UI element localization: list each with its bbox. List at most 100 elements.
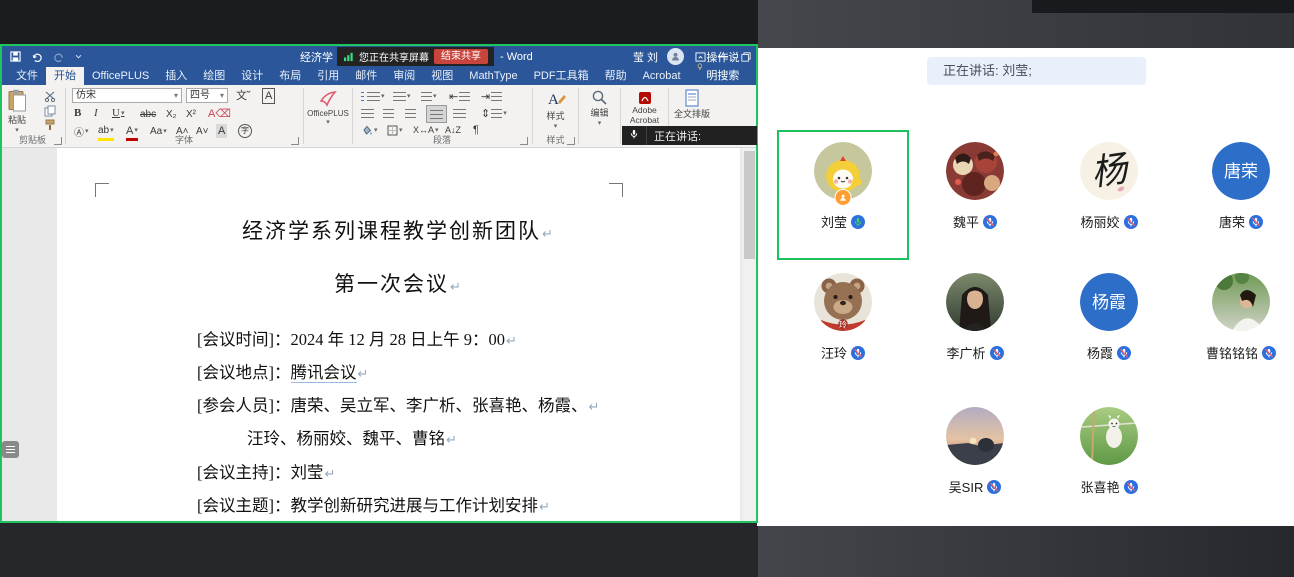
share-indicator-text: 您正在共享屏幕 (359, 49, 429, 64)
participant-name: 吴SIR (949, 477, 984, 496)
format-painter-icon[interactable] (44, 119, 56, 131)
align-right-button[interactable] (405, 106, 416, 120)
clipboard-dialog-launcher[interactable] (54, 137, 62, 145)
tab-review[interactable]: 审阅 (385, 67, 423, 85)
font-name-combo[interactable]: 仿宋▾ (72, 88, 182, 103)
officeplus-button[interactable]: OfficePLUS ▾ (306, 89, 350, 126)
tab-layout[interactable]: 布局 (271, 67, 309, 85)
bold-button[interactable]: B (74, 106, 81, 120)
paragraph-dialog-launcher[interactable] (520, 137, 528, 145)
clear-formatting-button[interactable]: A⌫ (208, 106, 231, 120)
subscript-button[interactable]: X₂ (166, 107, 177, 121)
undo-icon[interactable] (31, 51, 43, 62)
account-avatar[interactable] (667, 48, 684, 65)
doc-line-place-label: [会议地点]： (197, 363, 291, 382)
participant-tile-wangling[interactable]: 玲 汪玲 (777, 261, 909, 391)
avatar-wangling: 玲 (814, 273, 872, 331)
tab-mathtype[interactable]: MathType (461, 67, 525, 85)
bullets-button[interactable]: ▾ (361, 89, 385, 103)
editing-group: 编辑 ▾ (579, 85, 620, 147)
ribbon-tab-row: 文件 开始 OfficePLUS 插入 绘图 设计 布局 引用 邮件 审阅 视图… (0, 67, 757, 85)
avatar-portrait-photo (946, 273, 1004, 331)
app-name-suffix: - Word (500, 51, 533, 63)
clipboard-group: 粘贴 ▾ 剪贴板 (0, 85, 65, 147)
participant-tile-zhangxiyan[interactable]: 张喜艳 (1043, 395, 1175, 525)
underline-button[interactable]: U▾ (112, 106, 124, 120)
tab-mailings[interactable]: 邮件 (347, 67, 385, 85)
redo-icon[interactable] (53, 51, 65, 62)
full-layout-button[interactable]: 全文排版 (671, 89, 713, 120)
tab-pdf-tools[interactable]: PDF工具箱 (526, 67, 597, 85)
paragraph-group-label: 段落 (353, 133, 531, 146)
justify-button[interactable] (427, 106, 446, 122)
tab-help[interactable]: 帮助 (597, 67, 635, 85)
document-layout-icon (684, 89, 700, 107)
participant-name: 张喜艳 (1080, 477, 1119, 496)
character-border-button[interactable]: A (262, 88, 275, 104)
tab-references[interactable]: 引用 (309, 67, 347, 85)
cut-icon[interactable] (44, 91, 57, 102)
tell-me-search[interactable]: 操作说明搜索 (689, 49, 757, 85)
document-page[interactable]: 经济学系列课程教学创新团队↵ 第一次会议↵ [会议时间]：2024 年 12 月… (57, 148, 740, 523)
participant-tile-weiping[interactable]: 魏平 (909, 130, 1041, 260)
save-icon[interactable] (10, 51, 21, 62)
paste-button[interactable]: 粘贴 ▾ (7, 89, 27, 134)
multilevel-list-button[interactable]: ▾ (421, 89, 437, 103)
word-window: 经济学 您正在共享屏幕 结束共享 - Word 莹 刘 (0, 46, 757, 523)
font-dialog-launcher[interactable] (291, 137, 299, 145)
copy-icon[interactable] (44, 105, 56, 117)
tab-design[interactable]: 设计 (233, 67, 271, 85)
tab-acrobat[interactable]: Acrobat (635, 67, 689, 85)
tab-home[interactable]: 开始 (46, 67, 84, 85)
desktop-dark-bottom-left (0, 523, 758, 577)
align-center-button[interactable] (383, 106, 394, 120)
scrollbar-thumb[interactable] (744, 151, 755, 259)
italic-button[interactable]: I (94, 106, 98, 120)
mic-on-speaking-icon (851, 215, 865, 229)
styles-dialog-launcher[interactable] (567, 137, 575, 145)
toolbar-mic-cell[interactable] (622, 126, 647, 145)
increase-indent-button[interactable]: ⇥ (481, 89, 502, 103)
participant-tile-caoming[interactable]: 曹铭铭铭 (1175, 261, 1294, 391)
participant-name: 杨丽姣 (1080, 212, 1119, 231)
scarf-character: 玲 (839, 320, 847, 330)
editing-button[interactable]: 编辑 ▾ (582, 89, 617, 127)
participant-tile-liuying[interactable]: 刘莹 (777, 130, 909, 260)
numbering-button[interactable]: ▾ (393, 89, 411, 103)
doc-title-line-2: 第一次会议↵ (57, 268, 740, 298)
svg-text:A: A (548, 92, 559, 108)
font-size-combo[interactable]: 四号▾ (186, 88, 228, 103)
strikethrough-button[interactable]: abc (140, 107, 156, 121)
tab-officeplus[interactable]: OfficePLUS (84, 67, 157, 85)
adobe-label: Adobe Acrobat (623, 105, 666, 125)
qat-customize-chevron-icon[interactable] (75, 54, 82, 59)
tab-file[interactable]: 文件 (8, 67, 46, 85)
tab-draw[interactable]: 绘图 (195, 67, 233, 85)
participant-tile-tangrong[interactable]: 唐荣 唐荣 (1175, 130, 1294, 260)
avatar-liguangxi (946, 273, 1004, 331)
participant-tile-yangxia[interactable]: 杨霞 杨霞 (1043, 261, 1175, 391)
vertical-scrollbar[interactable] (742, 148, 757, 523)
pilcrow-mark: ↵ (506, 334, 517, 349)
line-spacing-button[interactable]: ⇕▾ (481, 106, 507, 120)
screen-share-pill: 您正在共享屏幕 结束共享 (337, 47, 494, 66)
participant-tile-yanglijiao[interactable]: 杨 杨丽姣 (1043, 130, 1175, 260)
pilcrow-mark: ↵ (542, 227, 555, 242)
superscript-button[interactable]: X² (186, 107, 196, 121)
align-left-button[interactable] (361, 106, 374, 120)
doc-line-attendees-1-text: [参会人员]：唐荣、吴立军、李广析、张喜艳、杨霞、 (197, 396, 588, 415)
decrease-indent-button[interactable]: ⇤ (449, 89, 470, 103)
doc-line-time: [会议时间]：2024 年 12 月 28 日上午 9：00↵ (197, 326, 517, 350)
tab-insert[interactable]: 插入 (157, 67, 195, 85)
tab-view[interactable]: 视图 (423, 67, 461, 85)
stop-share-button[interactable]: 结束共享 (434, 49, 488, 64)
participant-tile-wusir[interactable]: 吴SIR (909, 395, 1041, 525)
distribute-button[interactable] (453, 106, 466, 120)
participant-tile-liguangxi[interactable]: 李广析 (909, 261, 1041, 391)
doc-title-line-1: 经济学系列课程教学创新团队↵ (57, 215, 740, 245)
styles-button[interactable]: A 样式 ▾ (537, 89, 574, 130)
doc-line-host: [会议主持]：刘莹↵ (197, 459, 335, 483)
margin-crop-mark-right (609, 183, 623, 197)
phonetic-guide-button[interactable]: 文˘ (236, 88, 251, 102)
meeting-float-list-button[interactable] (2, 441, 19, 458)
